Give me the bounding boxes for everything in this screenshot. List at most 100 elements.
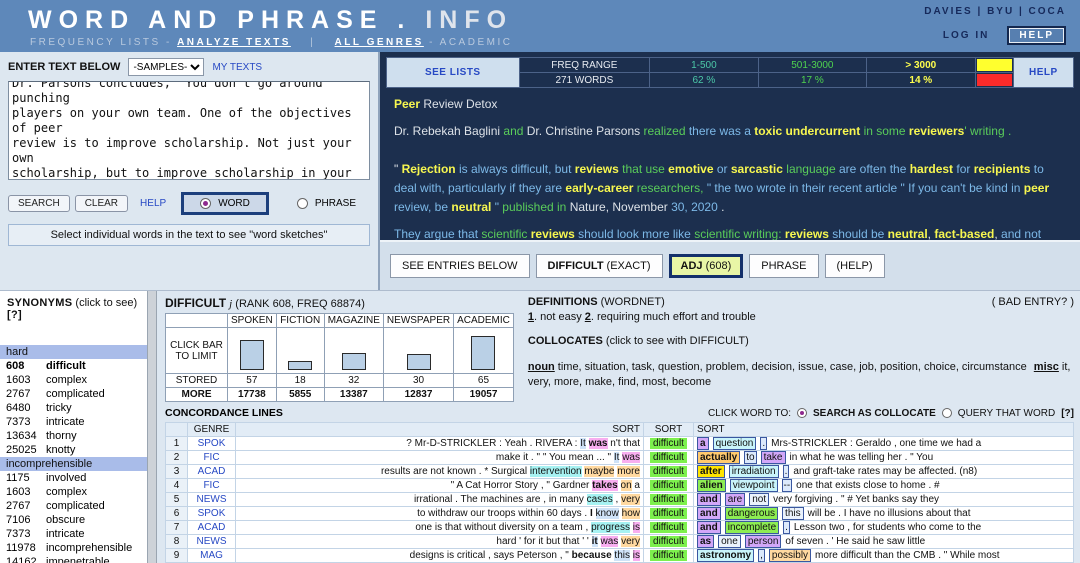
tab-see-entries-below[interactable]: SEE ENTRIES BELOW — [390, 254, 530, 278]
header-help-button[interactable]: HELP — [1007, 26, 1066, 45]
highlighted-word[interactable]: on — [620, 480, 632, 491]
highlighted-word[interactable]: Review Detox — [420, 97, 497, 111]
highlighted-word[interactable]: " — [394, 162, 402, 176]
synonym-item[interactable]: 1175 involved — [0, 471, 147, 485]
more-count[interactable]: 19057 — [453, 387, 514, 402]
band-range-2[interactable]: 501-3000 — [757, 57, 868, 73]
highlighted-word[interactable]: -- — [781, 479, 793, 492]
highlighted-word[interactable]: , — [758, 549, 765, 562]
band-range-3[interactable]: > 3000 — [866, 57, 976, 73]
highlighted-word[interactable]: this — [782, 507, 804, 520]
tab-difficult-exact[interactable]: DIFFICULT (EXACT) — [535, 254, 663, 278]
collocates-misc-label[interactable]: misc — [1034, 361, 1059, 373]
highlighted-word[interactable]: incomplete — [724, 521, 780, 534]
synonym-item[interactable]: 13634 thorny — [0, 429, 147, 443]
highlighted-word[interactable]: one — [718, 535, 741, 548]
corpus-links[interactable]: DAVIES | BYU | COCA — [924, 6, 1066, 17]
genre-link[interactable]: MAG — [200, 550, 223, 561]
genre-bar[interactable] — [341, 353, 366, 370]
samples-dropdown[interactable]: -SAMPLES- — [128, 58, 205, 76]
nav-academic[interactable]: - ACADEMIC — [429, 37, 512, 48]
word-radio-option[interactable]: WORD — [181, 192, 269, 215]
highlighted-word[interactable]: published in — [499, 200, 566, 214]
highlighted-word[interactable]: . — [782, 465, 790, 478]
tab-phrase[interactable]: PHRASE — [749, 254, 819, 278]
highlighted-word[interactable]: to — [744, 451, 757, 464]
highlighted-word[interactable]: are — [724, 493, 746, 506]
highlighted-word[interactable]: and — [697, 493, 721, 506]
highlighted-word[interactable]: neutral — [448, 200, 491, 214]
highlighted-word[interactable]: Peer — [394, 97, 420, 111]
highlighted-word[interactable]: very — [621, 536, 640, 547]
tab-help[interactable]: (HELP) — [824, 254, 885, 278]
synonym-item[interactable]: 2767 complicated — [0, 387, 147, 401]
keyword-highlight[interactable]: difficult — [650, 536, 687, 547]
input-help-link[interactable]: HELP — [140, 198, 166, 209]
nav-all-genres[interactable]: ALL GENRES — [335, 37, 424, 48]
collocates-noun-label[interactable]: noun — [528, 361, 555, 373]
clear-button[interactable]: CLEAR — [74, 195, 129, 212]
highlighted-word[interactable]: was — [622, 452, 640, 463]
highlighted-word[interactable]: possibly — [768, 549, 812, 562]
stored-count[interactable]: 57 — [227, 373, 277, 388]
sort-header[interactable]: SORT — [235, 422, 644, 437]
highlighted-word[interactable]: or — [714, 162, 728, 176]
highlighted-word[interactable]: in some — [860, 124, 906, 138]
highlighted-word[interactable]: was — [588, 438, 608, 449]
panel-divider-scrollbar[interactable] — [147, 291, 157, 563]
highlighted-word[interactable]: dangerous — [724, 507, 779, 520]
collocate-radio-icon[interactable] — [797, 408, 808, 418]
highlighted-word[interactable]: there was a — [686, 124, 751, 138]
highlighted-word[interactable]: after — [697, 465, 725, 478]
synonym-item[interactable]: 1603 complex — [0, 373, 147, 387]
highlighted-word[interactable]: takes — [592, 480, 618, 491]
phrase-radio-option[interactable]: PHRASE — [296, 198, 356, 209]
highlighted-word[interactable]: that use — [619, 162, 665, 176]
highlighted-word[interactable]: take — [760, 451, 786, 464]
highlighted-word[interactable]: maybe — [584, 466, 615, 477]
nav-analyze-texts[interactable]: ANALYZE TEXTS — [177, 37, 291, 48]
highlighted-word[interactable]: ' writing . — [964, 124, 1011, 138]
synonym-item[interactable]: 7106 obscure — [0, 513, 147, 527]
highlighted-word[interactable]: Dr. Rebekah Baglini — [394, 124, 500, 138]
keyword-highlight[interactable]: difficult — [650, 480, 687, 491]
highlighted-word[interactable]: cases — [586, 494, 613, 505]
bad-entry-link[interactable]: ( BAD ENTRY? ) — [992, 296, 1074, 308]
keyword-highlight[interactable]: difficult — [650, 550, 687, 561]
synonym-item[interactable]: 2767 complicated — [0, 499, 147, 513]
highlighted-word[interactable]: should look more like — [575, 227, 691, 240]
more-count[interactable]: 17738 — [227, 387, 277, 402]
synonym-item[interactable]: 6480 tricky — [0, 401, 147, 415]
synonym-item[interactable]: 608 difficult — [0, 359, 147, 373]
highlighted-word[interactable]: toxic undercurrent — [751, 124, 860, 138]
keyword-highlight[interactable]: difficult — [650, 466, 687, 477]
highlighted-word[interactable]: how — [621, 508, 640, 519]
highlighted-word[interactable]: progress — [591, 522, 630, 533]
login-link[interactable]: LOG IN — [943, 30, 989, 41]
highlighted-word[interactable]: They argue that — [394, 227, 478, 240]
highlighted-word[interactable]: " the two wrote in their recent article … — [704, 181, 1021, 195]
genre-link[interactable]: SPOK — [198, 508, 226, 519]
keyword-highlight[interactable]: difficult — [650, 508, 687, 519]
genre-bar[interactable] — [239, 340, 264, 370]
highlighted-word[interactable]: emotive — [665, 162, 713, 176]
highlighted-word[interactable]: " — [491, 200, 499, 214]
highlighted-word[interactable]: was — [600, 536, 619, 547]
sort-header[interactable]: SORT — [693, 422, 1074, 437]
search-as-collocate-label[interactable]: SEARCH AS COLLOCATE — [813, 408, 936, 419]
stored-count[interactable]: 65 — [453, 373, 514, 388]
highlighted-word[interactable]: reviewers — [906, 124, 964, 138]
highlighted-word[interactable]: alien — [697, 479, 726, 492]
collocates-noun-words[interactable]: time, situation, task, question, problem… — [558, 361, 1027, 373]
genre-link[interactable]: ACAD — [198, 522, 226, 533]
genre-link[interactable]: SPOK — [198, 438, 226, 449]
highlighted-word[interactable]: fact-based — [931, 227, 994, 240]
synonym-item[interactable]: 25025 knotty — [0, 443, 147, 457]
query-that-word-label[interactable]: QUERY THAT WORD — [958, 408, 1055, 419]
query-word-radio-icon[interactable] — [941, 408, 952, 418]
synonym-item[interactable]: 11978 incomprehensible — [0, 541, 147, 555]
genre-link[interactable]: FIC — [203, 480, 219, 491]
sort-header[interactable]: SORT — [643, 422, 694, 437]
synonyms-help-icon[interactable]: [?] — [7, 309, 22, 321]
band-range-1[interactable]: 1-500 — [649, 57, 759, 73]
